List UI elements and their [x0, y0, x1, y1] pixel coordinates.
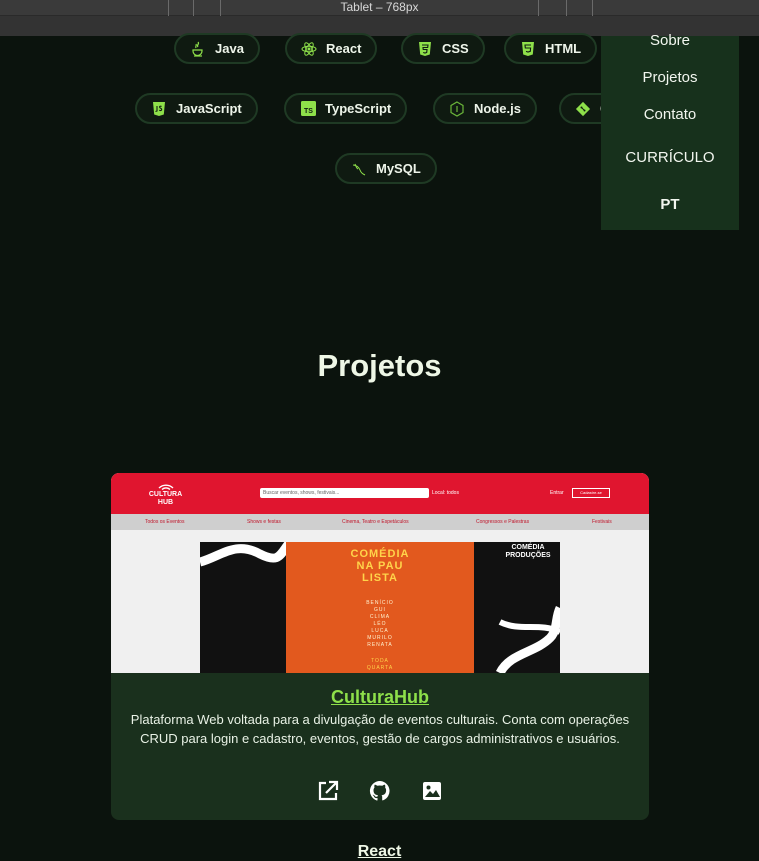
external-link-icon[interactable] — [316, 779, 340, 803]
skill-label: Node.js — [474, 101, 521, 116]
github-icon[interactable] — [368, 779, 392, 803]
skill-chip-mysql: MySQL — [335, 153, 437, 184]
mobile-nav-menu: Sobre Projetos Contato CURRÍCULO PT — [601, 32, 739, 230]
skill-chip-css: CSS — [401, 33, 485, 64]
mysql-icon — [351, 161, 367, 177]
html5-icon — [520, 41, 536, 57]
producer-text: PRODUÇÕES — [505, 552, 551, 559]
nav-link-projetos[interactable]: Projetos — [601, 69, 739, 86]
skill-chip-java: Java — [174, 33, 260, 64]
banner-name: BENÍCIO — [366, 600, 394, 606]
banner-name: LUCA — [371, 628, 389, 634]
banner-footer: TODA — [371, 658, 389, 664]
screenshot-location: Local: todos — [432, 490, 459, 496]
skill-chip-javascript: JavaScript — [135, 93, 258, 124]
banner-name: LÉO — [373, 621, 387, 627]
banner-title: COMÉDIA — [350, 548, 410, 560]
react-icon — [301, 41, 317, 57]
wifi-icon — [158, 484, 173, 490]
banner-title: LISTA — [362, 572, 398, 584]
screenshot-category: Shows e festas — [247, 519, 281, 525]
resume-button[interactable]: CURRÍCULO — [601, 149, 739, 166]
banner-name: MURILO — [367, 635, 393, 641]
skill-chip-typescript: TS TypeScript — [284, 93, 408, 124]
screenshot-category: Todos os Eventos — [145, 519, 185, 525]
css3-icon — [417, 41, 433, 57]
screenshot-banner: COMÉDIA NA PAU LISTA BENÍCIO GUI CLIMA L… — [200, 542, 560, 673]
project-description: Plataforma Web voltada para a divulgação… — [130, 712, 630, 746]
java-icon — [190, 41, 206, 57]
banner-name: GUI — [374, 607, 386, 613]
skill-label: HTML — [545, 41, 582, 56]
skill-label: CSS — [442, 41, 469, 56]
devtools-device-bar: Tablet – 768px — [0, 0, 759, 16]
language-toggle[interactable]: PT — [601, 196, 739, 213]
device-size-label: Tablet – 768px — [340, 0, 419, 14]
project-card: CULTURA HUB Buscar eventos, shows, festi… — [111, 473, 649, 820]
logo-text-1: CULTURA — [148, 491, 183, 498]
nav-link-sobre[interactable]: Sobre — [601, 32, 739, 49]
culturahub-logo: CULTURA HUB — [143, 481, 188, 507]
image-icon[interactable] — [420, 779, 444, 803]
skill-chip-nodejs: Node.js — [433, 93, 537, 124]
svg-text:TS: TS — [304, 108, 313, 115]
skill-label: MySQL — [376, 161, 421, 176]
typescript-icon: TS — [300, 101, 316, 117]
skill-label: JavaScript — [176, 101, 242, 116]
nav-link-contato[interactable]: Contato — [601, 106, 739, 123]
screenshot-signup: Cadastre-se — [572, 488, 610, 498]
logo-text-2: HUB — [157, 499, 174, 506]
projects-section-title: Projetos — [317, 348, 442, 383]
screenshot-category: Cinema, Teatro e Espetáculos — [342, 519, 409, 525]
producer-text: COMÉDIA — [511, 544, 545, 551]
banner-name: RENATA — [367, 642, 393, 648]
skill-label: React — [326, 41, 362, 56]
banner-title: NA PAU — [356, 560, 404, 572]
skill-chip-react: React — [285, 33, 378, 64]
screenshot-search: Buscar eventos, shows, festivais... — [260, 488, 429, 498]
screenshot-categories: Todos os Eventos Shows e festas Cinema, … — [111, 514, 649, 530]
nodejs-icon — [449, 100, 465, 117]
project-title[interactable]: CulturaHub — [111, 687, 649, 708]
skill-label: Java — [215, 41, 244, 56]
git-icon — [575, 101, 591, 117]
next-project-title[interactable]: React — [0, 843, 759, 861]
banner-name: CLIMA — [369, 614, 391, 620]
screenshot-category: Congressos e Palestras — [476, 519, 530, 525]
banner-footer: QUARTA — [366, 665, 394, 671]
javascript-icon — [151, 101, 167, 117]
screenshot-category: Festivais — [592, 519, 612, 525]
skill-label: TypeScript — [325, 101, 392, 116]
screenshot-login: Entrar — [550, 490, 564, 496]
banner-producer-logo: COMÉDIA PRODUÇÕES — [500, 544, 556, 560]
skill-chip-html: HTML — [504, 33, 598, 64]
project-screenshot: CULTURA HUB Buscar eventos, shows, festi… — [111, 473, 649, 673]
